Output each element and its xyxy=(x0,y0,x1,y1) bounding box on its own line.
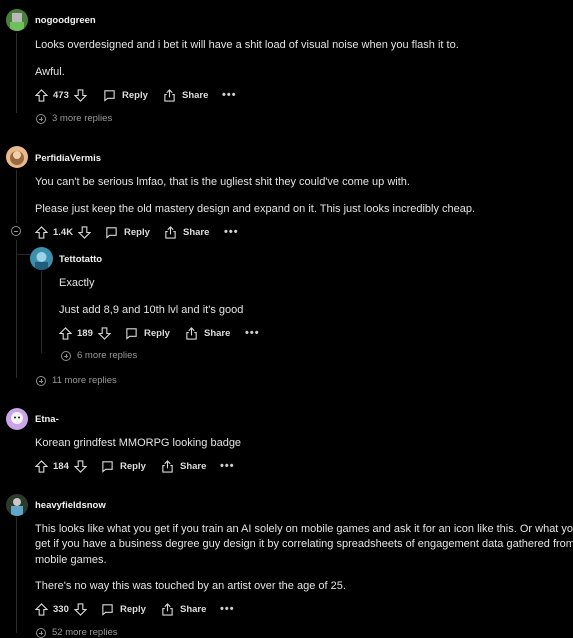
vote-count: 189 xyxy=(77,327,93,339)
expand-icon xyxy=(36,375,46,386)
upvote-icon[interactable] xyxy=(59,326,72,340)
reply-label: Reply xyxy=(120,603,146,615)
overflow-menu-icon[interactable]: ••• xyxy=(220,458,235,474)
more-replies-link[interactable]: 6 more replies xyxy=(61,350,137,361)
vote-bar: 473 xyxy=(35,87,87,103)
more-replies-label: 3 more replies xyxy=(52,113,113,124)
share-label: Share xyxy=(183,226,210,238)
comment-icon xyxy=(105,226,118,239)
comment: Etna- Korean grindfest MMORPG looking ba… xyxy=(0,400,573,480)
vote-bar: 184 xyxy=(35,458,87,474)
overflow-menu-icon[interactable]: ••• xyxy=(220,601,235,617)
share-label: Share xyxy=(204,327,231,339)
comment-icon xyxy=(101,603,114,616)
comment-text: Please just keep the old mastery design … xyxy=(35,203,476,215)
username[interactable]: Etna- xyxy=(35,414,59,425)
expand-icon xyxy=(36,113,46,124)
upvote-icon[interactable] xyxy=(35,225,48,239)
reply-label: Reply xyxy=(124,226,150,238)
vote-count: 1.4K xyxy=(53,226,74,238)
avatar[interactable] xyxy=(6,494,28,516)
reply-label: Reply xyxy=(144,327,170,339)
share-button[interactable]: Share xyxy=(161,601,206,617)
comment-text: There's no way this was touched by an ar… xyxy=(35,580,346,592)
share-label: Share xyxy=(180,603,207,615)
comment-text: get if you have a business degree guy de… xyxy=(35,538,573,550)
snoo-avatar-icon xyxy=(6,9,28,31)
username[interactable]: heavyfieldsnow xyxy=(35,500,106,511)
username[interactable]: nogoodgreen xyxy=(35,15,96,26)
overflow-menu-icon[interactable]: ••• xyxy=(245,325,260,341)
vote-bar: 189 xyxy=(59,325,111,341)
more-replies-link[interactable]: 11 more replies xyxy=(36,375,117,386)
reply-button[interactable]: Reply xyxy=(101,601,146,617)
downvote-icon[interactable] xyxy=(73,459,87,473)
comment-text: Looks overdesigned and i bet it will hav… xyxy=(35,39,459,51)
comment-text: You can't be serious lmfao, that is the … xyxy=(35,176,410,188)
snoo-avatar-icon xyxy=(6,146,28,168)
upvote-icon[interactable] xyxy=(35,602,48,616)
overflow-menu-icon[interactable]: ••• xyxy=(224,224,239,240)
snoo-avatar-icon xyxy=(6,494,28,516)
avatar[interactable] xyxy=(6,408,28,430)
comment: PerfidiaVermis You can't be serious lmfa… xyxy=(0,140,573,390)
upvote-icon[interactable] xyxy=(35,459,48,473)
comment-text: Exactly xyxy=(59,277,95,289)
reply-label: Reply xyxy=(122,89,148,101)
share-button[interactable]: Share xyxy=(161,458,206,474)
username[interactable]: Tettotatto xyxy=(59,254,102,265)
avatar[interactable] xyxy=(6,146,28,168)
more-replies-label: 6 more replies xyxy=(77,350,138,361)
share-button[interactable]: Share xyxy=(164,224,209,240)
vote-bar: 1.4K xyxy=(35,224,92,240)
comment: heavyfieldsnow This looks like what you … xyxy=(0,488,573,638)
reply-comment: Tettotatto Exactly Just add 8,9 and 10th… xyxy=(0,245,573,370)
downvote-icon[interactable] xyxy=(73,602,87,616)
vote-bar: 330 xyxy=(35,601,87,617)
share-button[interactable]: Share xyxy=(185,325,230,341)
share-button[interactable]: Share xyxy=(163,87,208,103)
comment-icon xyxy=(101,460,114,473)
downvote-icon[interactable] xyxy=(78,225,92,239)
avatar[interactable] xyxy=(30,247,53,270)
share-icon xyxy=(161,459,174,473)
username[interactable]: PerfidiaVermis xyxy=(35,153,101,164)
reply-button[interactable]: Reply xyxy=(105,224,150,240)
downvote-icon[interactable] xyxy=(73,88,87,102)
share-label: Share xyxy=(182,89,209,101)
more-replies-label: 11 more replies xyxy=(52,375,117,386)
comment-icon xyxy=(103,89,116,102)
reply-label: Reply xyxy=(120,460,146,472)
comment-text: Korean grindfest MMORPG looking badge xyxy=(35,437,242,449)
comment-icon xyxy=(125,327,138,340)
downvote-icon[interactable] xyxy=(97,326,111,340)
collapse-thread-icon[interactable] xyxy=(11,226,21,236)
avatar[interactable] xyxy=(6,9,28,31)
vote-count: 473 xyxy=(53,89,69,101)
vote-count: 184 xyxy=(53,460,69,472)
more-replies-link[interactable]: 3 more replies xyxy=(36,113,112,124)
share-label: Share xyxy=(180,460,207,472)
share-icon xyxy=(164,225,177,239)
reply-button[interactable]: Reply xyxy=(103,87,148,103)
snoo-avatar-icon xyxy=(30,247,53,270)
comment-text: mobile games. xyxy=(35,554,107,566)
comment-text: Just add 8,9 and 10th lvl and it's good xyxy=(59,304,244,316)
overflow-menu-icon[interactable]: ••• xyxy=(222,87,237,103)
upvote-icon[interactable] xyxy=(35,88,48,102)
share-icon xyxy=(185,326,198,340)
expand-icon xyxy=(61,350,71,361)
share-icon xyxy=(163,88,176,102)
reply-button[interactable]: Reply xyxy=(101,458,146,474)
reply-button[interactable]: Reply xyxy=(125,325,170,341)
comment-text: Awful. xyxy=(35,66,65,78)
comment-text: This looks like what you get if you trai… xyxy=(35,523,573,535)
comment: nogoodgreen Looks overdesigned and i bet… xyxy=(0,0,573,130)
vote-count: 330 xyxy=(53,603,69,615)
snoo-avatar-icon xyxy=(6,408,28,430)
share-icon xyxy=(161,602,174,616)
